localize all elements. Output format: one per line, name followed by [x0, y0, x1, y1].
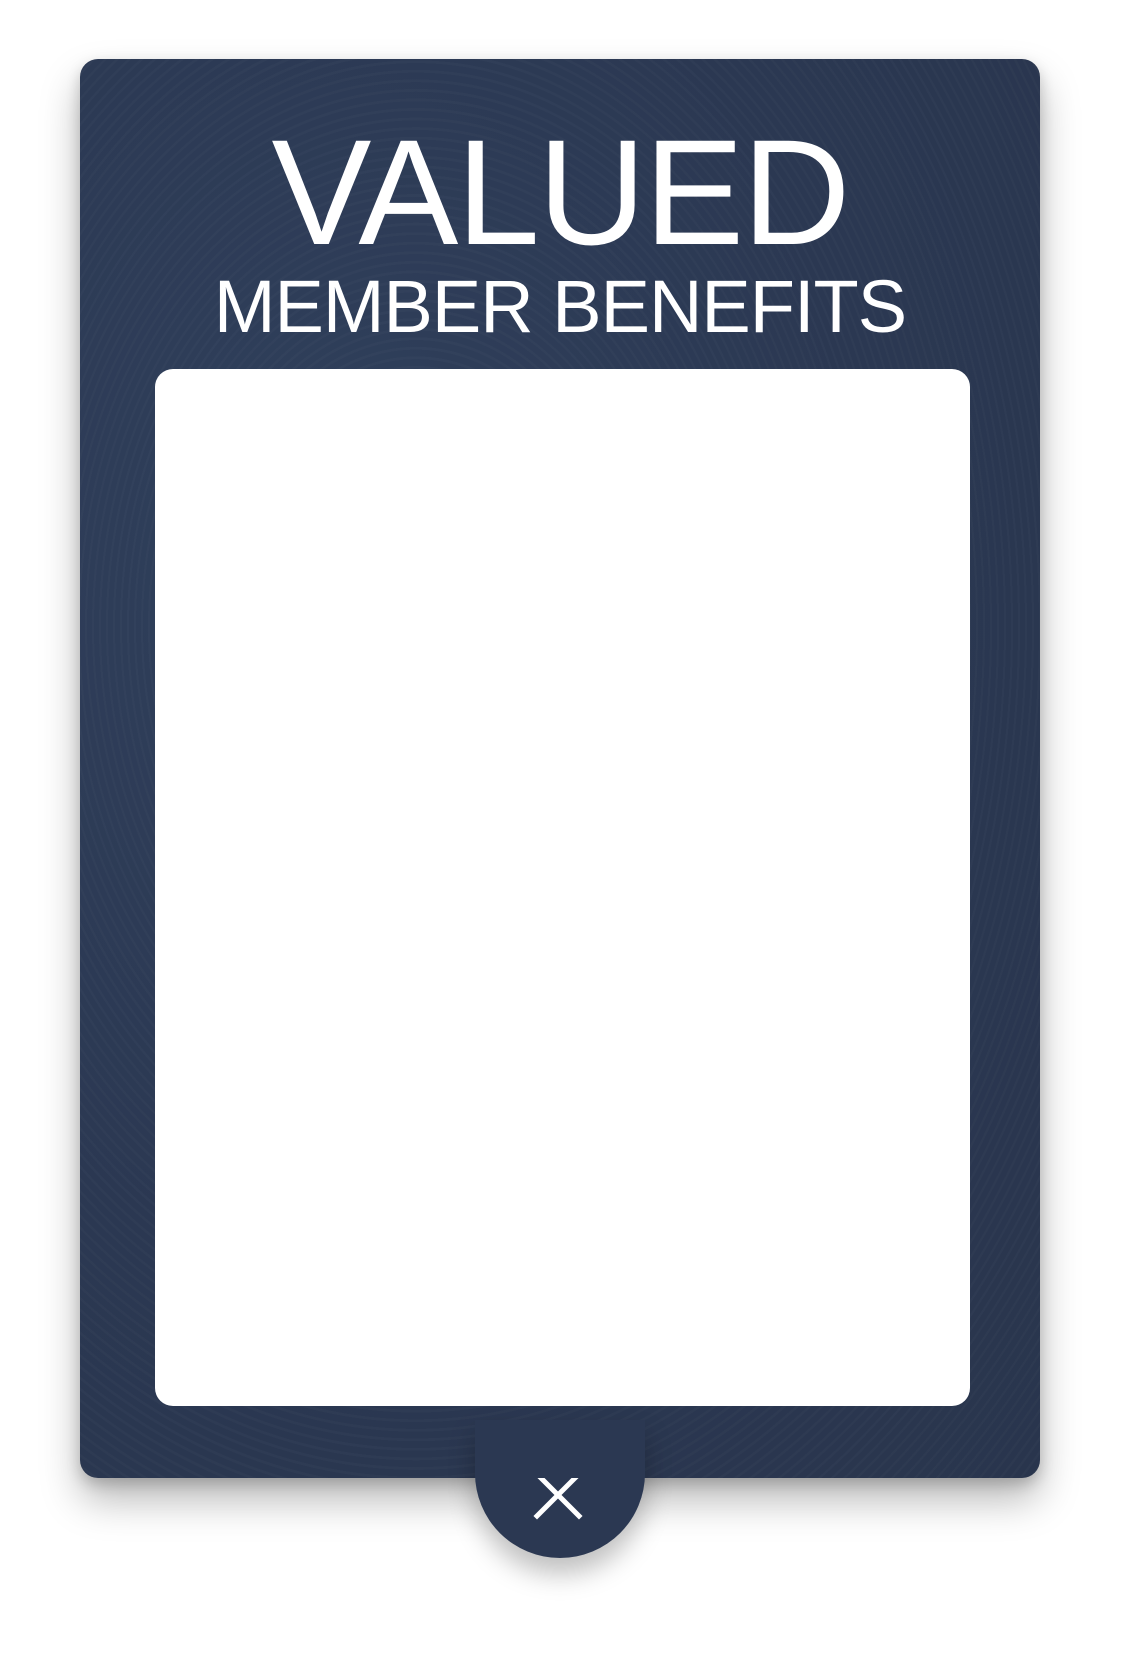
card-subtitle: MEMBER BENEFITS: [213, 265, 907, 348]
member-benefits-card: VALUED MEMBER BENEFITS: [80, 59, 1040, 1478]
card-header: VALUED MEMBER BENEFITS: [80, 59, 1040, 347]
content-panel: [155, 369, 970, 1406]
close-tab-joint: [475, 1420, 645, 1478]
modal-overlay: VALUED MEMBER BENEFITS: [0, 0, 1142, 1680]
card-title: VALUED: [271, 108, 850, 276]
